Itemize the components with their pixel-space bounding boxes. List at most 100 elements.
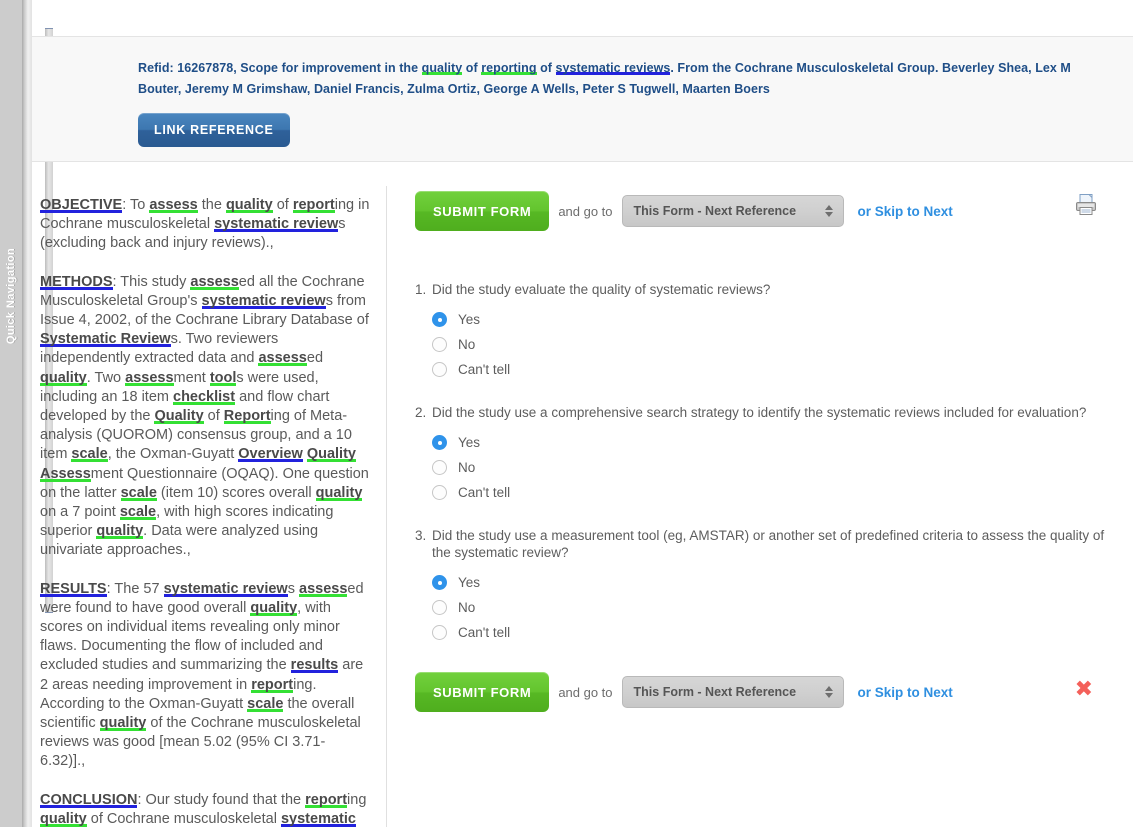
- destination-select-value-top: This Form - Next Reference: [633, 204, 797, 218]
- question-3-option-label-no: No: [458, 600, 476, 615]
- highlight-scale: scale: [71, 446, 108, 463]
- highlight-tool: tool: [209, 369, 237, 386]
- radio-icon-cant-tell[interactable]: [432, 362, 447, 377]
- highlight-scale: scale: [247, 695, 284, 712]
- question-2-option-label-cant-tell: Can't tell: [458, 485, 511, 500]
- highlight-results: results: [290, 657, 339, 674]
- reference-header-panel: Refid: 16267878, Scope for improvement i…: [32, 36, 1133, 162]
- radio-icon-yes[interactable]: [432, 312, 447, 327]
- highlight-report: Report: [223, 408, 271, 425]
- page-scrollbar-track[interactable]: [22, 0, 53, 827]
- column-divider: [386, 186, 387, 827]
- highlight-report: report: [251, 676, 294, 693]
- abstract-text-panel: OBJECTIVE: To assess the quality of repo…: [40, 196, 370, 827]
- highlight-quality: Quality: [154, 408, 204, 425]
- question-2-text: Did the study use a comprehensive search…: [432, 405, 1087, 420]
- question-3-heading: 3. Did the study use a measurement tool …: [415, 527, 1115, 561]
- chevron-updown-icon: [824, 686, 833, 698]
- radio-icon-yes[interactable]: [432, 575, 447, 590]
- abstract-conclusion-label: CONCLUSION: [40, 791, 138, 808]
- page-root: Quick Navigation Refid: 16267878, Scope …: [0, 0, 1133, 827]
- highlight-systematic-review: systematic review: [163, 580, 288, 597]
- highlight-reporting: reporting: [481, 61, 537, 75]
- question-1-option-label-cant-tell: Can't tell: [458, 362, 511, 377]
- chevron-updown-icon: [824, 205, 833, 217]
- question-1-text: Did the study evaluate the quality of sy…: [432, 282, 771, 297]
- destination-select-top[interactable]: This Form - Next Reference: [621, 195, 844, 227]
- question-1-option-cant-tell[interactable]: Can't tell: [432, 357, 1115, 382]
- highlight-assess: assess: [149, 197, 198, 213]
- question-2-option-label-yes: Yes: [458, 435, 481, 450]
- highlight-quality: quality: [40, 810, 87, 827]
- question-2-option-yes[interactable]: Yes: [432, 430, 1115, 455]
- radio-icon-yes[interactable]: [432, 435, 447, 450]
- radio-icon-cant-tell[interactable]: [432, 485, 447, 500]
- question-2-heading: 2. Did the study use a comprehensive sea…: [415, 404, 1115, 421]
- highlight-quality: quality: [315, 484, 363, 501]
- question-3-option-label-cant-tell: Can't tell: [458, 625, 511, 640]
- printer-icon[interactable]: [1075, 193, 1097, 217]
- highlight-checklist: checklist: [173, 388, 236, 405]
- question-2-option-cant-tell[interactable]: Can't tell: [432, 480, 1115, 505]
- question-2-option-no[interactable]: No: [432, 455, 1115, 480]
- submit-row-bottom: SUBMIT FORM and go to This Form - Next R…: [415, 671, 1115, 713]
- question-3-option-cant-tell[interactable]: Can't tell: [432, 620, 1115, 645]
- question-1-option-no[interactable]: No: [432, 332, 1115, 357]
- radio-icon-no[interactable]: [432, 600, 447, 615]
- question-2-number: 2.: [415, 405, 427, 420]
- abstract-objective-label: OBJECTIVE: [40, 197, 123, 213]
- question-spacer: [415, 232, 1115, 259]
- submit-row-top: SUBMIT FORM and go to This Form - Next R…: [415, 190, 1115, 232]
- highlight-quality: quality: [99, 715, 147, 732]
- highlight-quality: quality: [40, 369, 87, 386]
- skip-to-next-link-bottom[interactable]: or Skip to Next: [858, 685, 953, 700]
- submit-form-button-bottom[interactable]: SUBMIT FORM: [415, 672, 550, 712]
- question-1-option-label-no: No: [458, 337, 476, 352]
- radio-icon-no[interactable]: [432, 460, 447, 475]
- highlight-scale: scale: [120, 484, 157, 501]
- highlight-assess: assess: [190, 273, 239, 290]
- highlight-systematic-reviews: systematic reviews: [555, 61, 671, 75]
- question-3-number: 3.: [415, 528, 427, 543]
- link-reference-button[interactable]: LINK REFERENCE: [138, 113, 290, 147]
- question-2-options: Yes No Can't tell: [432, 430, 1115, 505]
- highlight-scale: scale: [119, 504, 157, 521]
- question-1-option-yes[interactable]: Yes: [432, 307, 1115, 332]
- highlight-assess: assess: [125, 369, 174, 386]
- question-3-option-no[interactable]: No: [432, 595, 1115, 620]
- highlight-assess: Assess: [40, 465, 91, 482]
- reference-title-part-2: of: [462, 61, 482, 75]
- highlight-report: report: [292, 197, 335, 213]
- highlight-quality: quality: [250, 599, 298, 616]
- and-go-to-label-bottom: and go to: [558, 684, 613, 700]
- question-1-heading: 1. Did the study evaluate the quality of…: [415, 281, 1115, 298]
- question-1-options: Yes No Can't tell: [432, 307, 1115, 382]
- question-1-option-label-yes: Yes: [458, 312, 481, 327]
- reference-title-part-3: of: [536, 61, 556, 75]
- skip-to-next-link-top[interactable]: or Skip to Next: [858, 204, 953, 219]
- question-2-option-label-no: No: [458, 460, 476, 475]
- reference-title: Refid: 16267878, Scope for improvement i…: [138, 58, 1116, 100]
- highlight-quality: quality: [421, 61, 463, 75]
- highlight-report: report: [305, 791, 348, 808]
- submit-form-button-top[interactable]: SUBMIT FORM: [415, 191, 550, 231]
- abstract-methods-label: METHODS: [40, 273, 113, 290]
- destination-select-bottom[interactable]: This Form - Next Reference: [621, 676, 844, 708]
- question-3-text: Did the study use a measurement tool (eg…: [432, 528, 1105, 560]
- reference-title-part-1: Refid: 16267878, Scope for improvement i…: [138, 61, 422, 75]
- question-3: 3. Did the study use a measurement tool …: [415, 527, 1115, 645]
- highlight-overview: Overview: [238, 446, 303, 463]
- radio-icon-no[interactable]: [432, 337, 447, 352]
- radio-icon-cant-tell[interactable]: [432, 625, 447, 640]
- question-3-option-yes[interactable]: Yes: [432, 570, 1115, 595]
- highlight-quality: Quality: [306, 446, 356, 463]
- destination-select-value-bottom: This Form - Next Reference: [633, 685, 797, 699]
- highlight-systematic-reviews: Systematic Review: [40, 331, 171, 348]
- abstract-methods: METHODS: This study assessed all the Coc…: [40, 273, 369, 559]
- quick-navigation-rail[interactable]: Quick Navigation: [0, 0, 22, 827]
- quick-navigation-label[interactable]: Quick Navigation: [5, 240, 17, 352]
- form-panel: SUBMIT FORM and go to This Form - Next R…: [415, 190, 1115, 713]
- delete-x-icon[interactable]: ✖: [1075, 679, 1093, 701]
- highlight-quality: quality: [225, 197, 273, 213]
- highlight-assess: assess: [299, 580, 348, 597]
